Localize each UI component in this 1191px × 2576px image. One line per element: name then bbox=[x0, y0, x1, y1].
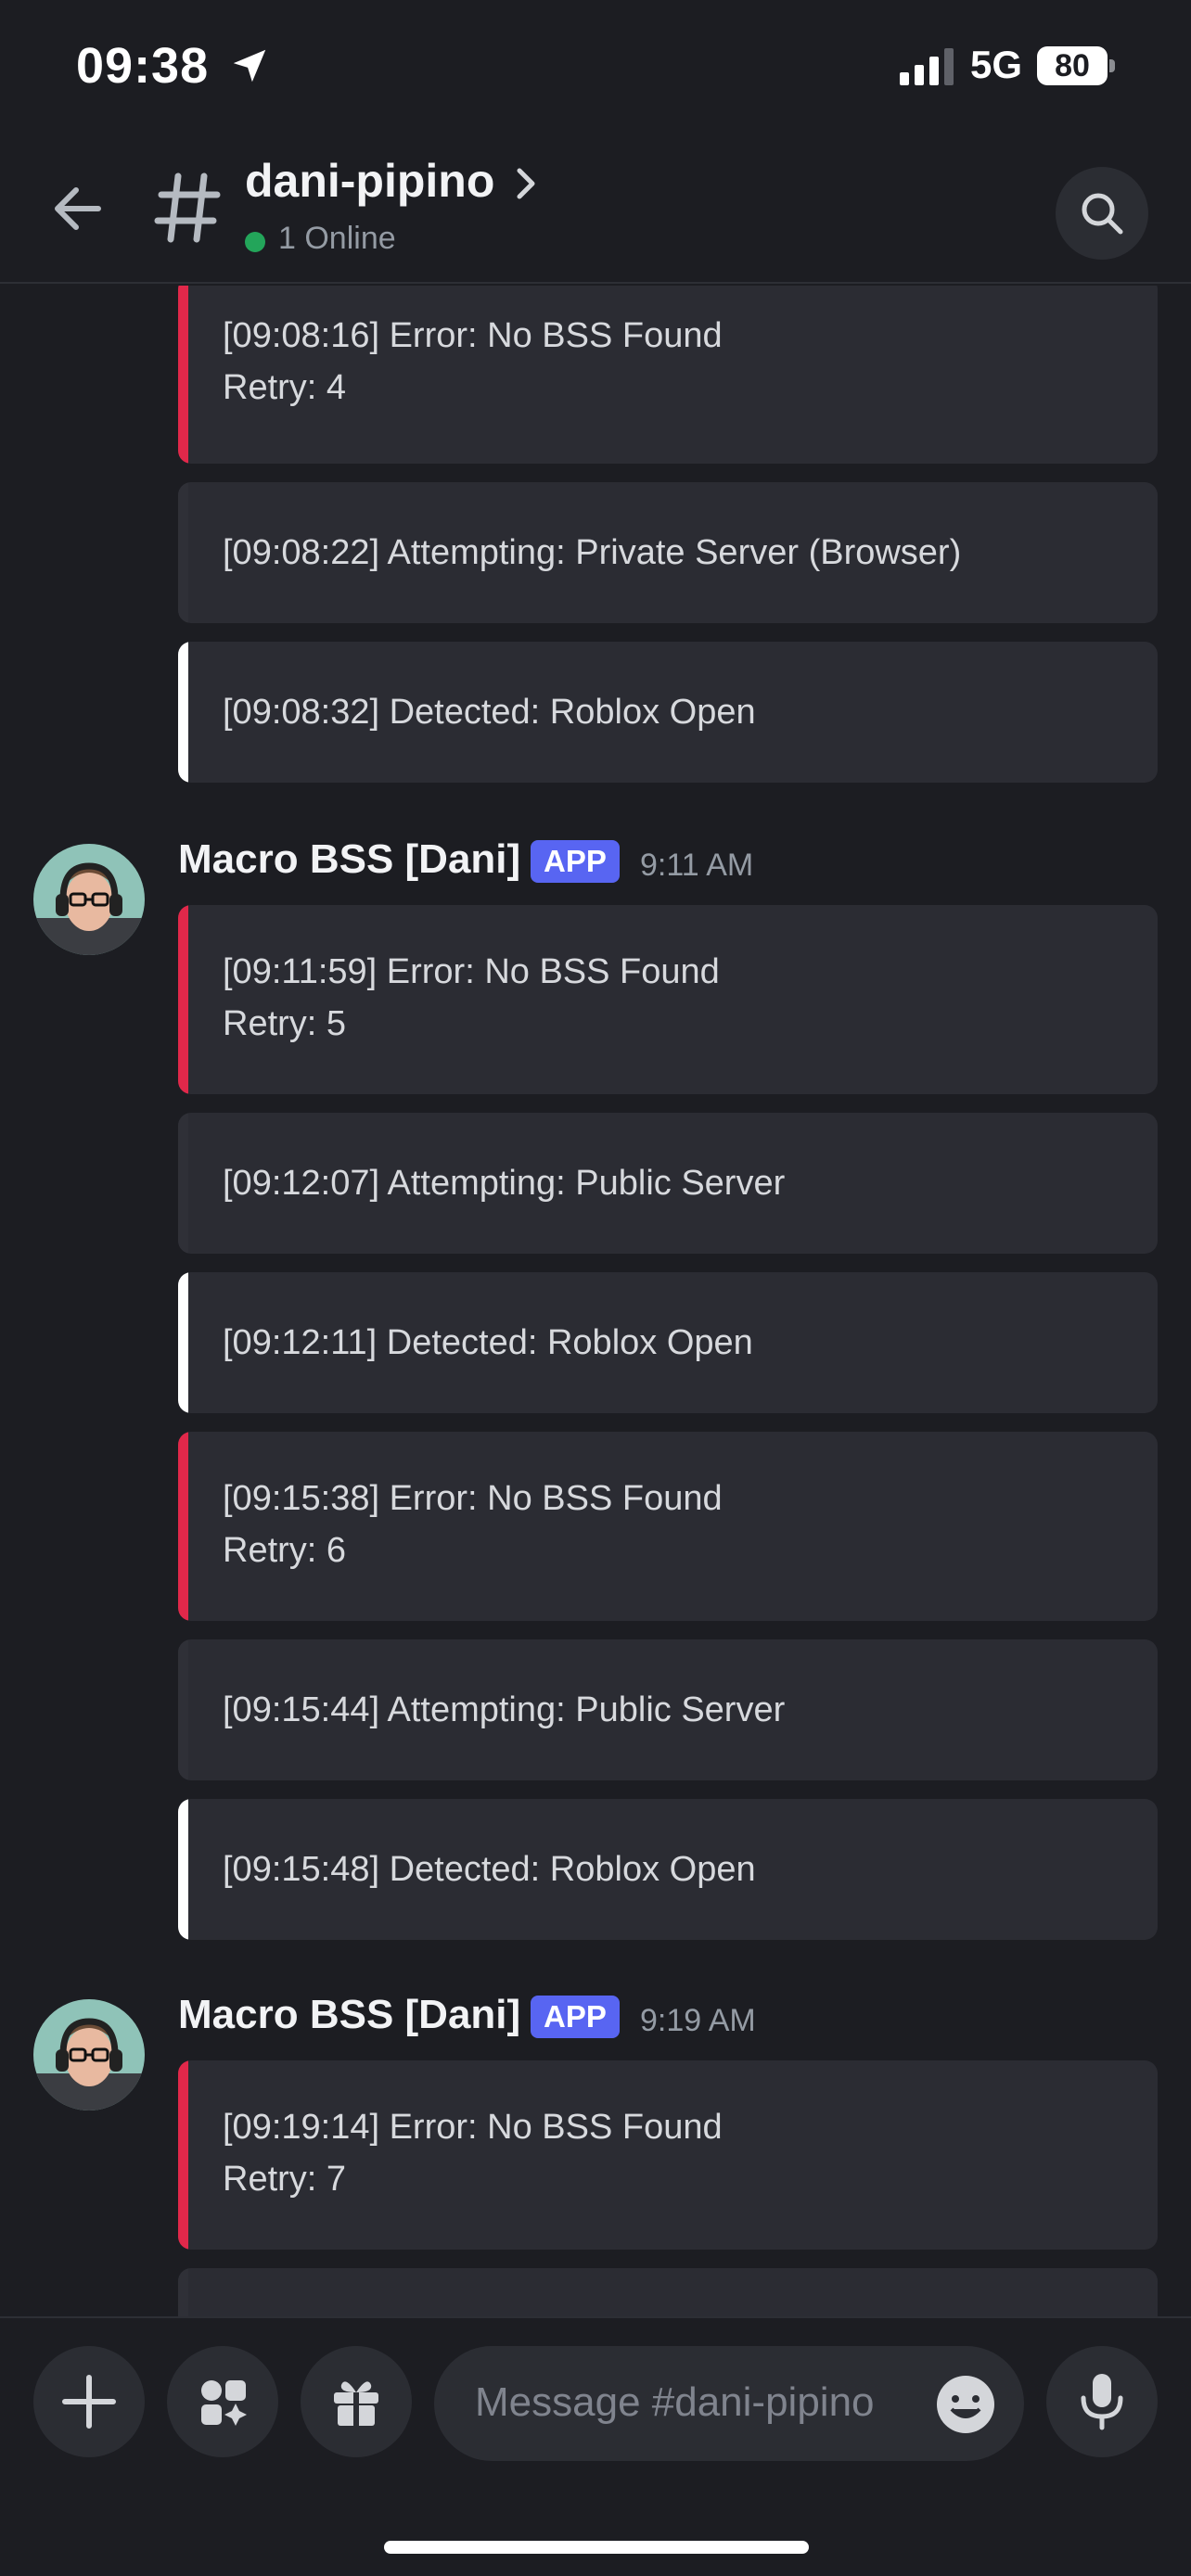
message-author[interactable]: Macro BSS [Dani] bbox=[178, 1992, 520, 2038]
app-badge: APP bbox=[531, 840, 620, 883]
online-count: 1 Online bbox=[278, 221, 396, 256]
online-dot-icon bbox=[245, 232, 265, 252]
channel-name[interactable]: dani-pipino bbox=[245, 154, 494, 208]
back-arrow-icon[interactable] bbox=[46, 176, 111, 241]
avatar-image bbox=[33, 844, 145, 955]
avatar-image bbox=[33, 1999, 145, 2111]
embed-status-bar bbox=[178, 2060, 188, 2250]
embed-card bbox=[178, 2268, 1158, 2316]
embed-status-bar bbox=[178, 1272, 188, 1413]
battery-icon: 80 bbox=[1037, 46, 1115, 85]
gift-button[interactable] bbox=[301, 2346, 412, 2457]
embed-text: [09:19:14] Error: No BSS Found Retry: 7 bbox=[223, 2108, 723, 2199]
add-attachment-button[interactable] bbox=[33, 2346, 145, 2457]
embed-card: [09:08:22] Attempting: Private Server (B… bbox=[178, 482, 1158, 623]
channel-hash-icon bbox=[154, 172, 221, 243]
embed-text: [09:15:38] Error: No BSS Found Retry: 6 bbox=[223, 1479, 723, 1570]
home-indicator[interactable] bbox=[384, 2541, 809, 2554]
message-author[interactable]: Macro BSS [Dani] bbox=[178, 836, 520, 883]
embed-card: [09:15:48] Detected: Roblox Open bbox=[178, 1799, 1158, 1940]
embed-status-bar bbox=[178, 482, 188, 623]
avatar[interactable] bbox=[33, 844, 145, 955]
status-time: 09:38 bbox=[76, 38, 210, 94]
message-input-placeholder: Message #dani-pipino bbox=[475, 2379, 875, 2425]
embed-card: [09:12:07] Attempting: Public Server bbox=[178, 1113, 1158, 1254]
embed-status-bar bbox=[178, 1113, 188, 1254]
embed-text: [09:08:22] Attempting: Private Server (B… bbox=[223, 533, 962, 572]
embed-status-bar bbox=[178, 642, 188, 783]
plus-icon bbox=[62, 2375, 116, 2429]
location-arrow-icon bbox=[233, 49, 266, 83]
microphone-icon bbox=[1081, 2374, 1123, 2430]
search-button[interactable] bbox=[1056, 167, 1148, 260]
gift-icon bbox=[334, 2381, 378, 2426]
embed-status-bar bbox=[178, 1799, 188, 1940]
chevron-right-icon[interactable] bbox=[512, 163, 542, 204]
embed-text: [09:15:48] Detected: Roblox Open bbox=[223, 1850, 756, 1889]
emoji-icon[interactable] bbox=[935, 2374, 996, 2435]
message-timestamp: 9:19 AM bbox=[640, 2003, 756, 2038]
embed-text: [09:15:44] Attempting: Public Server bbox=[223, 1690, 786, 1729]
status-bar: 09:38 5G 80 bbox=[0, 0, 1191, 139]
embed-text: [09:11:59] Error: No BSS Found Retry: 5 bbox=[223, 952, 720, 1043]
avatar[interactable] bbox=[33, 1999, 145, 2111]
embed-text: [09:08:16] Error: No BSS Found Retry: 4 bbox=[223, 316, 723, 407]
embed-card: [09:15:38] Error: No BSS Found Retry: 6 bbox=[178, 1432, 1158, 1621]
cellular-signal-icon bbox=[900, 48, 954, 85]
message-list[interactable]: [09:08:16] Error: No BSS Found Retry: 4 … bbox=[0, 286, 1191, 2316]
embed-card: [09:11:59] Error: No BSS Found Retry: 5 bbox=[178, 905, 1158, 1094]
battery-level: 80 bbox=[1055, 48, 1090, 83]
embed-status-bar bbox=[178, 1639, 188, 1780]
network-type: 5G bbox=[970, 43, 1023, 86]
embed-card: [09:08:32] Detected: Roblox Open bbox=[178, 642, 1158, 783]
app-badge: APP bbox=[531, 1996, 620, 2038]
embed-card: [09:08:16] Error: No BSS Found Retry: 4 bbox=[178, 286, 1158, 464]
embed-card: [09:15:44] Attempting: Public Server bbox=[178, 1639, 1158, 1780]
embed-status-bar bbox=[178, 2268, 188, 2316]
embed-status-bar bbox=[178, 905, 188, 1094]
embed-status-bar bbox=[178, 1432, 188, 1621]
embed-card: [09:19:14] Error: No BSS Found Retry: 7 bbox=[178, 2060, 1158, 2250]
apps-button[interactable] bbox=[167, 2346, 278, 2457]
embed-status-bar bbox=[178, 286, 188, 464]
message-input[interactable]: Message #dani-pipino bbox=[434, 2346, 1024, 2461]
channel-header: dani-pipino 1 Online bbox=[0, 139, 1191, 284]
apps-icon bbox=[201, 2380, 247, 2426]
search-icon bbox=[1082, 193, 1123, 235]
message-timestamp: 9:11 AM bbox=[640, 848, 754, 883]
embed-text: [09:08:32] Detected: Roblox Open bbox=[223, 693, 756, 732]
embed-text: [09:12:11] Detected: Roblox Open bbox=[223, 1323, 753, 1362]
voice-message-button[interactable] bbox=[1046, 2346, 1158, 2457]
embed-card: [09:12:11] Detected: Roblox Open bbox=[178, 1272, 1158, 1413]
embed-text: [09:12:07] Attempting: Public Server bbox=[223, 1164, 786, 1203]
message-composer: Message #dani-pipino bbox=[0, 2316, 1191, 2576]
